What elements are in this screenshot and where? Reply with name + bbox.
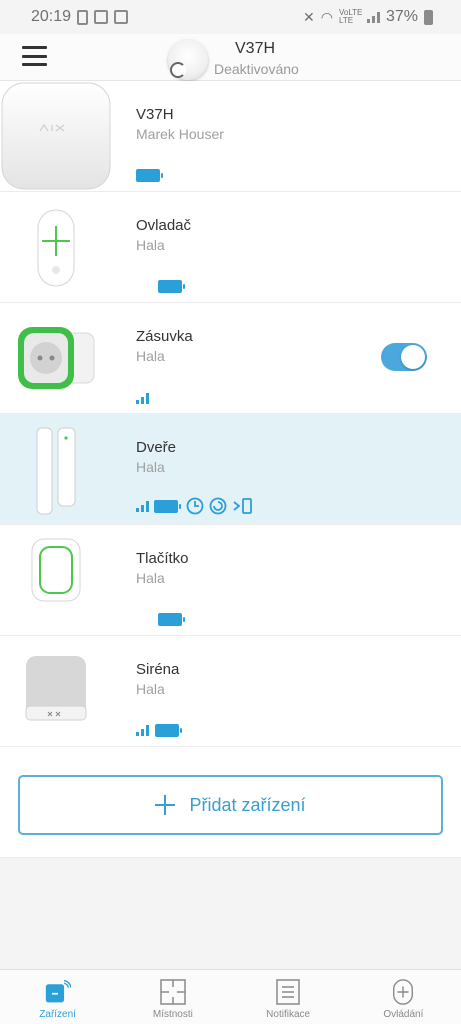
device-row-socket[interactable]: Zásuvka Hala [0, 303, 461, 414]
tab-label: Ovládání [383, 1009, 424, 1020]
device-name: Dveře [136, 439, 177, 456]
rooms-icon [160, 979, 186, 1005]
battery-icon [136, 169, 163, 182]
tab-label: Notifikace [266, 1009, 311, 1020]
device-name: V37H [136, 106, 174, 123]
device-room: Hala [136, 348, 165, 364]
signal-icon [136, 393, 149, 404]
battery-icon [424, 9, 433, 25]
tab-notifications[interactable]: Notifikace [231, 970, 346, 1024]
clock: 20:19 [31, 8, 72, 25]
control-icon [393, 979, 414, 1005]
notification-icon [77, 9, 89, 25]
delay-icon [186, 497, 204, 515]
status-bar: 20:19 ✕ ◠ VoLTE LTE 37% [0, 0, 461, 34]
device-name: Siréna [136, 661, 180, 678]
hub-status: Deaktivováno [214, 61, 299, 77]
device-name: Zásuvka [136, 328, 193, 345]
siren-device-image [25, 656, 87, 721]
socket-power-toggle[interactable] [381, 343, 427, 371]
device-row-siren[interactable]: Siréna Hala [0, 636, 461, 747]
device-room: Hala [136, 459, 165, 475]
bottom-navigation: Zařízení Místnosti Notifikace Ovládání [0, 969, 461, 1024]
battery-icon [154, 499, 181, 513]
battery-icon [155, 724, 182, 737]
devices-icon [45, 980, 71, 1003]
device-row-remote[interactable]: Ovladač Hala [0, 192, 461, 303]
plus-icon [155, 795, 176, 815]
remote-device-image [37, 209, 75, 287]
network-indicator: VoLTE LTE [338, 8, 363, 25]
tab-label: Místnosti [152, 1009, 193, 1020]
add-device-label: Přidat zařízení [189, 794, 306, 815]
device-name: Tlačítko [136, 550, 189, 567]
device-row-door[interactable]: Dveře Hala [0, 414, 461, 525]
device-row-button[interactable]: Tlačítko Hala [0, 525, 461, 636]
battery-percent: 37% [385, 8, 418, 25]
always-active-icon [209, 497, 227, 515]
gallery-icon [114, 10, 129, 24]
device-room: Hala [136, 681, 165, 697]
socket-device-image [18, 327, 95, 389]
battery-icon [158, 613, 185, 626]
tab-control[interactable]: Ovládání [346, 970, 461, 1024]
device-list: V37H Marek Houser Ovladač Hala Zásuvka H… [0, 81, 461, 747]
tab-rooms[interactable]: Místnosti [115, 970, 230, 1024]
device-room: Hala [136, 237, 165, 253]
hub-device-image [1, 82, 111, 190]
device-room: Hala [136, 570, 165, 586]
button-device-image [31, 538, 81, 602]
wifi-icon: ◠ [320, 8, 333, 25]
device-room: Marek Houser [136, 126, 224, 142]
door-sensor-image [36, 427, 76, 515]
device-name: Ovladač [136, 217, 192, 234]
cell-signal-icon [366, 11, 380, 23]
tab-devices[interactable]: Zařízení [0, 970, 115, 1024]
notifications-icon [276, 979, 300, 1005]
signal-icon [136, 725, 149, 736]
add-device-button[interactable]: Přidat zařízení [18, 775, 443, 835]
hub-name: V37H [235, 40, 276, 57]
add-device-area: Přidat zařízení [0, 747, 461, 858]
battery-icon [158, 280, 185, 293]
app-header: V37H Deaktivováno [0, 34, 461, 81]
signal-icon [136, 500, 149, 512]
device-row-hub[interactable]: V37H Marek Houser [0, 81, 461, 192]
tab-label: Zařízení [39, 1009, 76, 1020]
mail-icon [94, 10, 109, 24]
mute-icon: ✕ [303, 8, 315, 25]
hub-avatar[interactable] [168, 40, 208, 80]
menu-icon[interactable] [22, 46, 47, 66]
bypass-icon [233, 498, 252, 514]
